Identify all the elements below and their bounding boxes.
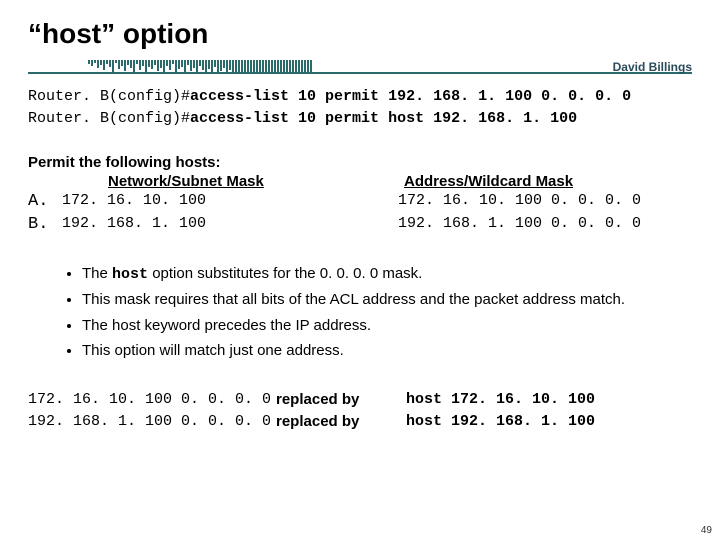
slide: “host” option [0, 0, 720, 540]
command-body-1: access-list 10 permit 192. 168. 1. 100 0… [190, 88, 631, 105]
bullet-1: The host option substitutes for the 0. 0… [82, 263, 692, 285]
replace-block: 172. 16. 10. 100 0. 0. 0. 0 replaced by … [28, 389, 692, 433]
bullet-1-text-a: The [82, 265, 112, 282]
host-letter-a: A. [28, 190, 62, 214]
host-letter-b: B. [28, 213, 62, 237]
bullet-1-text-b: option substitutes for the 0. 0. 0. 0 ma… [148, 265, 422, 282]
host-wildcard-a: 172. 16. 10. 100 0. 0. 0. 0 [398, 190, 641, 214]
host-row-a: A. 172. 16. 10. 100 172. 16. 10. 100 0. … [28, 190, 692, 214]
bullet-4: This option will match just one address. [82, 340, 692, 361]
column-header-left: Network/Subnet Mask [28, 173, 398, 190]
author-name: David Billings [613, 60, 692, 74]
replace-mid-2: replaced by [276, 411, 406, 433]
replace-right-2: host 192. 168. 1. 100 [406, 411, 595, 433]
replace-right-1: host 172. 16. 10. 100 [406, 389, 595, 411]
divider-rule: David Billings [28, 58, 692, 76]
command-line-2: Router. B(config)#access-list 10 permit … [28, 108, 692, 130]
bullet-2: This mask requires that all bits of the … [82, 289, 692, 310]
replace-left-2: 192. 168. 1. 100 0. 0. 0. 0 [28, 411, 276, 433]
column-header-right: Address/Wildcard Mask [398, 173, 692, 190]
rule-line-icon [28, 72, 692, 74]
page-number: 49 [701, 525, 712, 536]
command-prompt-1: Router. B(config)# [28, 88, 190, 105]
command-line-1: Router. B(config)#access-list 10 permit … [28, 86, 692, 108]
host-row-b: B. 192. 168. 1. 100 192. 168. 1. 100 0. … [28, 213, 692, 237]
host-wildcard-b: 192. 168. 1. 100 0. 0. 0. 0 [398, 213, 641, 237]
replace-row-2: 192. 168. 1. 100 0. 0. 0. 0 replaced by … [28, 411, 692, 433]
bullet-1-code: host [112, 266, 148, 283]
host-ip-b: 192. 168. 1. 100 [62, 213, 398, 237]
replace-row-1: 172. 16. 10. 100 0. 0. 0. 0 replaced by … [28, 389, 692, 411]
column-headers: Network/Subnet Mask Address/Wildcard Mas… [28, 173, 692, 190]
bullet-3: The host keyword precedes the IP address… [82, 315, 692, 336]
host-ip-a: 172. 16. 10. 100 [62, 190, 398, 214]
bullet-list: The host option substitutes for the 0. 0… [28, 263, 692, 361]
command-body-2: access-list 10 permit host 192. 168. 1. … [190, 110, 577, 127]
permit-block: Permit the following hosts: Network/Subn… [28, 154, 692, 238]
command-prompt-2: Router. B(config)# [28, 110, 190, 127]
permit-header: Permit the following hosts: [28, 154, 692, 171]
replace-left-1: 172. 16. 10. 100 0. 0. 0. 0 [28, 389, 276, 411]
slide-title: “host” option [28, 18, 692, 50]
command-block: Router. B(config)#access-list 10 permit … [28, 86, 692, 130]
replace-mid-1: replaced by [276, 389, 406, 411]
